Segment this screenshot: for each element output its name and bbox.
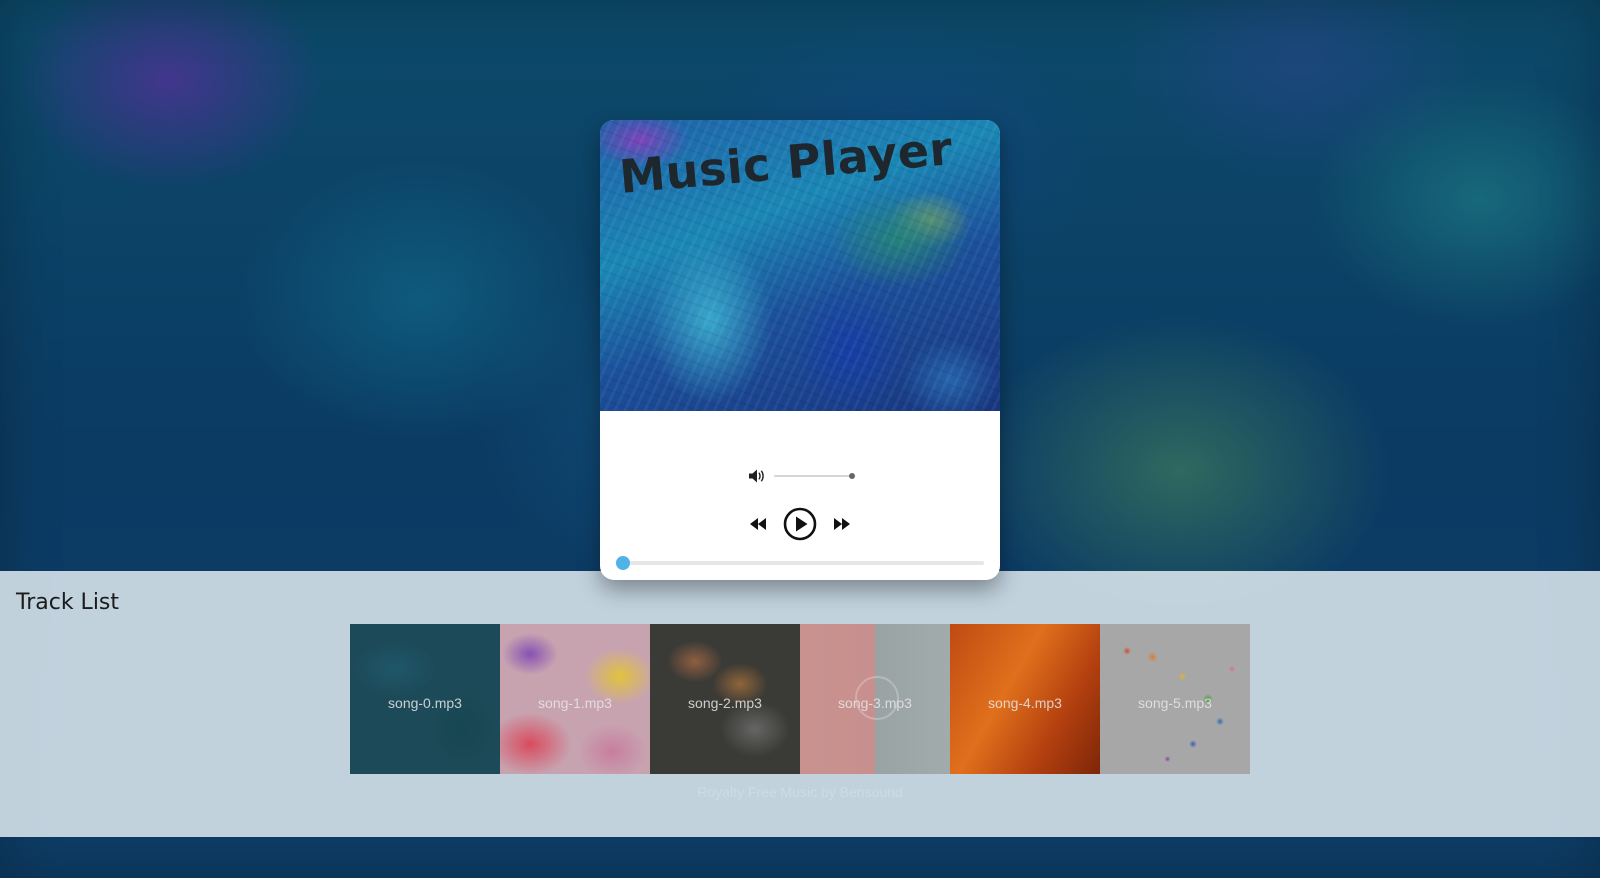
volume-slider-thumb[interactable] <box>849 473 855 479</box>
track-name: song-5.mp3 <box>1138 695 1212 711</box>
track-tile[interactable]: song-1.mp3 <box>500 624 650 774</box>
playback-controls <box>600 504 1000 544</box>
credit-footer: Royalty Free Music by Bensound <box>0 784 1600 800</box>
track-name: song-2.mp3 <box>688 695 762 711</box>
tracklist-heading: Track List <box>16 590 120 615</box>
rewind-icon <box>750 518 766 530</box>
progress-track <box>617 561 984 565</box>
track-tile[interactable]: song-2.mp3 <box>650 624 800 774</box>
track-name: song-0.mp3 <box>388 695 462 711</box>
track-name: song-4.mp3 <box>988 695 1062 711</box>
music-player-card: Music Player <box>600 120 1000 580</box>
volume-icon[interactable] <box>748 468 766 484</box>
track-grid: song-0.mp3 song-1.mp3 song-2.mp3 song-3.… <box>350 624 1250 774</box>
play-circle-icon <box>783 507 817 541</box>
track-tile[interactable]: song-4.mp3 <box>950 624 1100 774</box>
progress-thumb[interactable] <box>616 556 630 570</box>
next-button[interactable] <box>833 517 851 531</box>
track-tile[interactable]: song-0.mp3 <box>350 624 500 774</box>
track-name: song-1.mp3 <box>538 695 612 711</box>
track-tile[interactable]: song-3.mp3 <box>800 624 950 774</box>
volume-slider[interactable] <box>774 473 855 479</box>
progress-bar[interactable] <box>616 555 984 570</box>
volume-control <box>748 466 858 486</box>
play-button[interactable] <box>783 507 817 541</box>
previous-button[interactable] <box>749 517 767 531</box>
fast-forward-icon <box>834 518 850 530</box>
album-cover: Music Player <box>600 120 1000 411</box>
player-title: Music Player <box>617 121 955 204</box>
track-name: song-3.mp3 <box>838 695 912 711</box>
track-tile[interactable]: song-5.mp3 <box>1100 624 1250 774</box>
credit-link[interactable]: Royalty Free Music by Bensound <box>697 784 902 800</box>
